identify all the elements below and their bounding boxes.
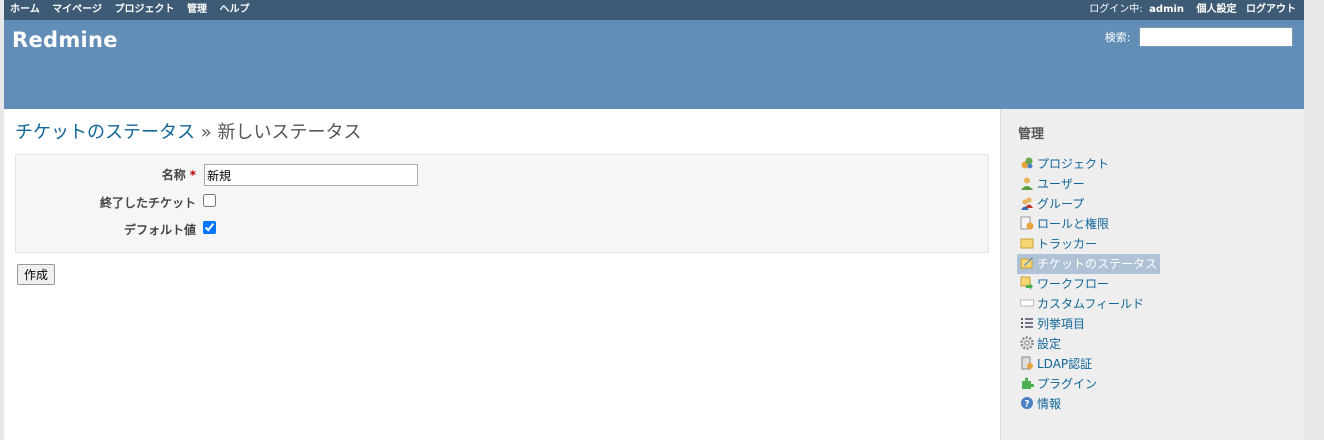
sidebar-label-roles: ロールと権限 <box>1037 217 1110 231</box>
sidebar-link-groups[interactable]: グループ <box>1017 194 1087 214</box>
sidebar-label-custom-fields: カスタムフィールド <box>1037 297 1145 311</box>
sidebar-link-ldap[interactable]: LDAP認証 <box>1017 354 1095 374</box>
sidebar-label-ldap: LDAP認証 <box>1037 357 1093 371</box>
account-menu: ログイン中: admin 個人設定 ログアウト <box>1089 0 1296 20</box>
sidebar-item-users: ユーザー <box>1017 174 1160 194</box>
my-account-link[interactable]: 個人設定 <box>1197 4 1237 15</box>
page-title: チケットのステータス » 新しいステータス <box>15 118 361 144</box>
breadcrumb-issue-statuses-link[interactable]: チケットのステータス <box>15 122 195 143</box>
create-button[interactable]: 作成 <box>17 264 56 285</box>
sidebar-label-settings: 設定 <box>1037 337 1062 351</box>
sidebar-label-plugins: プラグイン <box>1037 377 1098 391</box>
breadcrumb-separator: » <box>195 122 218 143</box>
sidebar-label-projects: プロジェクト <box>1037 157 1110 171</box>
user-icon <box>1020 176 1034 190</box>
sidebar-item-projects: プロジェクト <box>1017 154 1160 174</box>
top-menu-my-page[interactable]: マイページ <box>52 4 102 15</box>
sidebar: 管理 プロジェクト ユーザー グループ ロールと権限 トラッカー チケットのステ… <box>1000 109 1304 440</box>
sidebar-item-custom-fields: カスタムフィールド <box>1017 294 1160 314</box>
logged-in-user[interactable]: admin <box>1149 4 1184 15</box>
sidebar-link-workflow[interactable]: ワークフロー <box>1017 274 1112 294</box>
site-title: Redmine <box>12 28 118 52</box>
sidebar-item-plugins: プラグイン <box>1017 374 1160 394</box>
sidebar-link-enumerations[interactable]: 列挙項目 <box>1017 314 1088 334</box>
sidebar-link-settings[interactable]: 設定 <box>1017 334 1064 354</box>
sidebar-item-issue-statuses: チケットのステータス <box>1017 254 1161 274</box>
header: Redmine 検索: <box>4 20 1304 109</box>
sidebar-label-info: 情報 <box>1037 397 1062 411</box>
main: チケットのステータス » 新しいステータス 名称* 終了したチケット デフォルト… <box>4 109 1304 440</box>
name-label-text: 名称 <box>161 168 186 182</box>
sidebar-label-issue-statuses: チケットのステータス <box>1037 257 1158 271</box>
top-menu-help[interactable]: ヘルプ <box>219 4 249 15</box>
sidebar-link-custom-fields[interactable]: カスタムフィールド <box>1017 294 1147 314</box>
name-input[interactable] <box>204 164 418 186</box>
status-form-box: 名称* 終了したチケット デフォルト値 <box>15 154 989 253</box>
sidebar-item-trackers: トラッカー <box>1017 234 1160 254</box>
top-menu-projects[interactable]: プロジェクト <box>114 4 174 15</box>
roles-icon <box>1020 216 1034 230</box>
svg-text:?: ? <box>1024 400 1029 410</box>
content: チケットのステータス » 新しいステータス 名称* 終了したチケット デフォルト… <box>4 109 1000 440</box>
sidebar-item-enumerations: 列挙項目 <box>1017 314 1160 334</box>
is-default-checkbox[interactable] <box>203 221 216 234</box>
sidebar-label-trackers: トラッカー <box>1037 237 1098 251</box>
help-icon: ? <box>1020 396 1034 410</box>
sidebar-item-workflow: ワークフロー <box>1017 274 1160 294</box>
search-label: 検索: <box>1104 31 1131 44</box>
sidebar-link-projects[interactable]: プロジェクト <box>1017 154 1112 174</box>
sidebar-label-groups: グループ <box>1037 197 1085 211</box>
is-closed-label: 終了したチケット <box>99 196 196 210</box>
is-closed-row: 終了したチケット <box>16 192 988 214</box>
sidebar-link-roles[interactable]: ロールと権限 <box>1017 214 1112 234</box>
sidebar-item-ldap: LDAP認証 <box>1017 354 1160 374</box>
sidebar-item-info: ? 情報 <box>1017 394 1160 414</box>
top-menu-administration[interactable]: 管理 <box>187 4 207 15</box>
sidebar-item-settings: 設定 <box>1017 334 1160 354</box>
logged-in-label: ログイン中: <box>1089 4 1143 15</box>
sidebar-link-issue-statuses[interactable]: チケットのステータス <box>1017 254 1161 274</box>
sidebar-label-enumerations: 列挙項目 <box>1037 317 1086 331</box>
custom-field-icon <box>1020 296 1034 310</box>
is-default-row: デフォルト値 <box>16 219 988 241</box>
sidebar-title: 管理 <box>1018 127 1045 142</box>
tracker-icon <box>1020 236 1034 250</box>
top-menu-left: ホーム マイページ プロジェクト 管理 ヘルプ <box>10 0 258 20</box>
sidebar-link-trackers[interactable]: トラッカー <box>1017 234 1100 254</box>
workflow-icon <box>1020 276 1034 290</box>
sidebar-item-groups: グループ <box>1017 194 1160 214</box>
is-closed-checkbox[interactable] <box>203 194 216 207</box>
search-input[interactable] <box>1139 27 1293 47</box>
ldap-icon <box>1020 356 1034 370</box>
is-default-label: デフォルト値 <box>123 223 196 237</box>
required-mark: * <box>189 168 196 182</box>
projects-icon <box>1020 156 1034 170</box>
name-label: 名称 * <box>16 164 196 186</box>
list-icon <box>1020 316 1034 330</box>
sidebar-item-roles: ロールと権限 <box>1017 214 1160 234</box>
admin-menu: プロジェクト ユーザー グループ ロールと権限 トラッカー チケットのステータス… <box>1017 154 1161 414</box>
top-menu: ホーム マイページ プロジェクト 管理 ヘルプ ログイン中: admin 個人設… <box>4 0 1304 20</box>
group-icon <box>1020 196 1034 210</box>
sidebar-link-info[interactable]: ? 情報 <box>1017 394 1064 414</box>
sidebar-label-workflow: ワークフロー <box>1037 277 1110 291</box>
quick-search: 検索: <box>1105 27 1293 47</box>
page-title-text: 新しいステータス <box>217 122 362 143</box>
top-menu-home[interactable]: ホーム <box>10 4 40 15</box>
plugin-icon <box>1020 376 1035 390</box>
page: ホーム マイページ プロジェクト 管理 ヘルプ ログイン中: admin 個人設… <box>4 0 1304 440</box>
name-row: 名称 * <box>16 164 988 186</box>
issue-status-icon <box>1020 256 1034 270</box>
gear-icon <box>1020 336 1034 350</box>
sidebar-link-users[interactable]: ユーザー <box>1017 174 1088 194</box>
sidebar-label-users: ユーザー <box>1037 177 1085 191</box>
logout-link[interactable]: ログアウト <box>1246 4 1296 15</box>
sidebar-link-plugins[interactable]: プラグイン <box>1017 374 1100 394</box>
